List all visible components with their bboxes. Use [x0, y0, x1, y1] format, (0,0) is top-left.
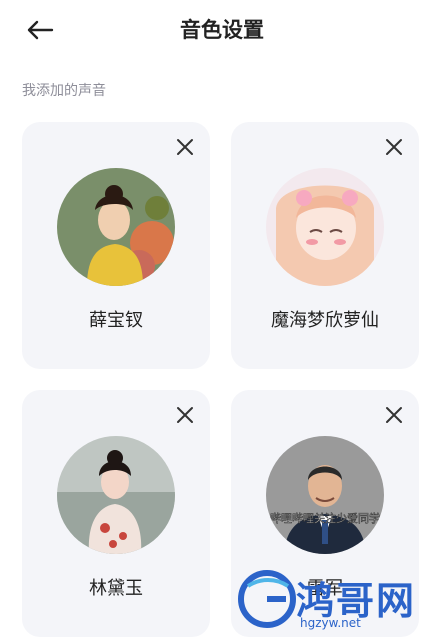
- close-icon[interactable]: [174, 136, 196, 158]
- voice-name: 魔海梦欣萝仙: [271, 310, 379, 331]
- voice-card[interactable]: 魔海梦欣萝仙: [231, 122, 419, 369]
- close-icon[interactable]: [174, 404, 196, 426]
- section-label: 我添加的声音: [22, 83, 106, 99]
- header: 音色设置: [0, 0, 444, 60]
- voice-name: 薛宝钗: [89, 310, 143, 331]
- avatar: [266, 168, 384, 286]
- watermark: 鸿哥网 hgzyw.net: [236, 564, 436, 636]
- watermark-url: hgzyw.net: [300, 616, 361, 630]
- close-icon[interactable]: [383, 404, 405, 426]
- avatar: [57, 168, 175, 286]
- voice-card[interactable]: 林黛玉: [22, 390, 210, 637]
- voice-card[interactable]: 薛宝钗: [22, 122, 210, 369]
- avatar: [57, 436, 175, 554]
- voice-name: 林黛玉: [89, 578, 143, 599]
- watermark-logo-icon: [238, 570, 296, 628]
- avatar: 哔哩哔哩关注少爱同学: [266, 436, 384, 554]
- close-icon[interactable]: [383, 136, 405, 158]
- page-title: 音色设置: [180, 18, 264, 42]
- avatar-caption: 哔哩哔哩关注少爱同学: [270, 511, 380, 525]
